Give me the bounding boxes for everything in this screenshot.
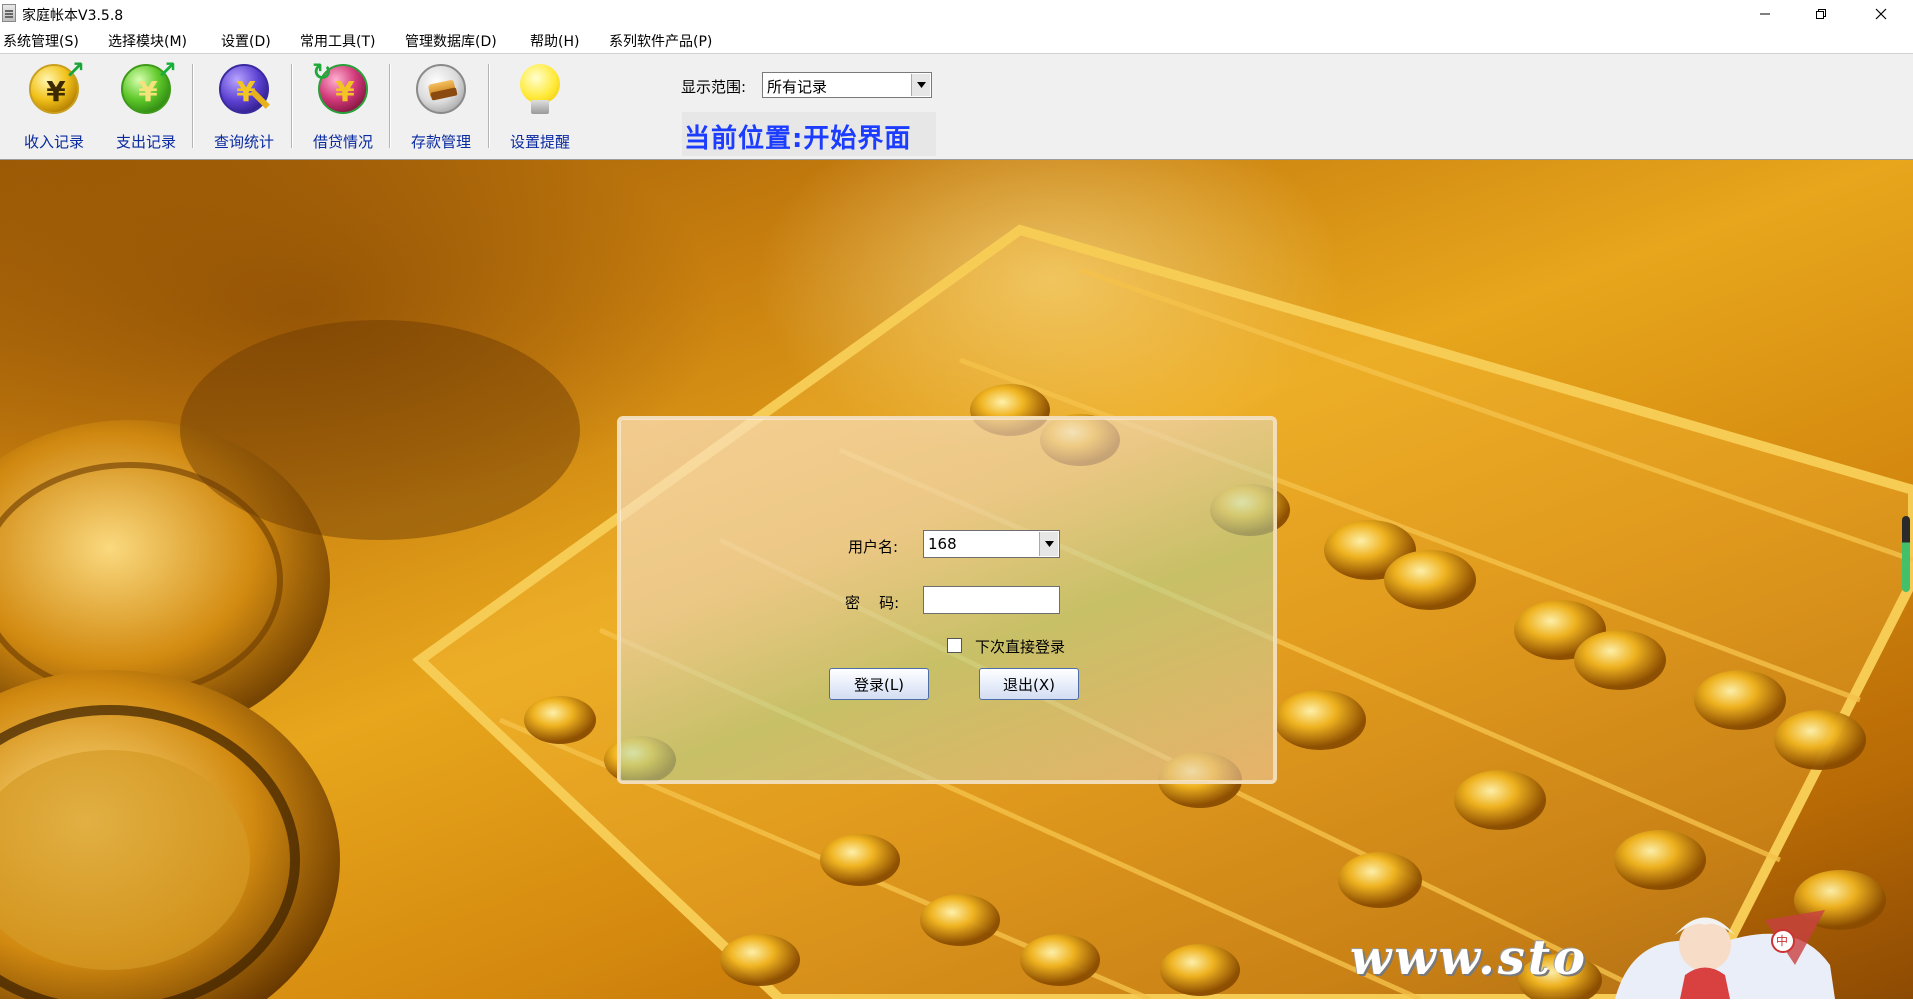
title-bar: 家庭帐本V3.5.8: [0, 0, 1913, 28]
light-bulb-icon: [515, 64, 565, 114]
restore-button[interactable]: [1793, 0, 1849, 28]
close-button[interactable]: [1853, 0, 1909, 28]
mascot-character-icon: [1615, 910, 1835, 999]
mascot-badge: 中: [1776, 934, 1789, 948]
dropdown-arrow-icon: [911, 74, 930, 96]
display-range-select[interactable]: 所有记录: [762, 72, 932, 98]
display-range-label: 显示范围:: [681, 78, 747, 96]
close-icon: [1875, 8, 1887, 20]
login-button[interactable]: 登录(L): [829, 668, 929, 700]
restore-icon: [1816, 9, 1826, 19]
set-reminder-button[interactable]: 设置提醒: [495, 60, 585, 152]
toolbar-separator: [488, 64, 490, 148]
app-icon: [2, 4, 16, 22]
menu-products[interactable]: 系列软件产品(P): [609, 31, 712, 51]
window-title: 家庭帐本V3.5.8: [22, 8, 124, 24]
query-stats-button[interactable]: ¥ 查询统计: [199, 60, 289, 152]
menu-help[interactable]: 帮助(H): [530, 31, 579, 51]
menu-tools[interactable]: 常用工具(T): [300, 31, 375, 51]
password-field[interactable]: [923, 586, 1060, 614]
current-location-banner: 当前位置:开始界面: [682, 112, 936, 156]
menu-settings[interactable]: 设置(D): [221, 31, 271, 51]
toolbar: ¥ ↗ 收入记录 ¥ ↗ 支出记录 ¥ 查询统计 ¥ ↻ 借贷情况 存款管理 设…: [0, 54, 1913, 160]
username-value: 168: [928, 535, 957, 553]
yuan-coin-income-icon: ¥ ↗: [29, 58, 85, 114]
minimize-icon: [1760, 13, 1770, 15]
auto-login-checkbox[interactable]: [947, 638, 962, 653]
yuan-coin-exchange-icon: ¥ ↻: [312, 60, 368, 114]
toolbar-separator: [389, 64, 391, 148]
username-combobox[interactable]: 168: [923, 530, 1060, 558]
side-scroll-indicator[interactable]: [1902, 516, 1910, 592]
password-label: 密 码:: [845, 594, 900, 612]
loan-status-button[interactable]: ¥ ↻ 借贷情况: [298, 60, 388, 152]
menu-system[interactable]: 系统管理(S): [3, 31, 79, 51]
yuan-coin-expense-icon: ¥ ↗: [121, 58, 177, 114]
menu-module[interactable]: 选择模块(M): [108, 31, 187, 51]
deposit-box-icon: [416, 64, 466, 114]
auto-login-label: 下次直接登录: [975, 638, 1066, 656]
exit-button[interactable]: 退出(X): [979, 668, 1079, 700]
toolbar-separator: [192, 64, 194, 148]
menu-bar: 系统管理(S) 选择模块(M) 设置(D) 常用工具(T) 管理数据库(D) 帮…: [0, 28, 1913, 54]
mascot-widget[interactable]: 中: [1595, 905, 1845, 999]
minimize-button[interactable]: [1737, 0, 1793, 28]
deposit-manage-button[interactable]: 存款管理: [396, 60, 486, 152]
dropdown-arrow-icon[interactable]: [1039, 532, 1058, 556]
magnifier-coin-icon: ¥: [219, 64, 270, 114]
toolbar-separator: [291, 64, 293, 148]
income-record-button[interactable]: ¥ ↗ 收入记录: [9, 58, 99, 152]
username-label: 用户名:: [848, 538, 899, 556]
display-range-value: 所有记录: [767, 78, 828, 96]
current-location-text: 当前位置:开始界面: [684, 124, 912, 154]
menu-database[interactable]: 管理数据库(D): [405, 31, 497, 51]
expense-record-button[interactable]: ¥ ↗ 支出记录: [101, 58, 191, 152]
watermark-text: www.sto: [1350, 930, 1589, 986]
